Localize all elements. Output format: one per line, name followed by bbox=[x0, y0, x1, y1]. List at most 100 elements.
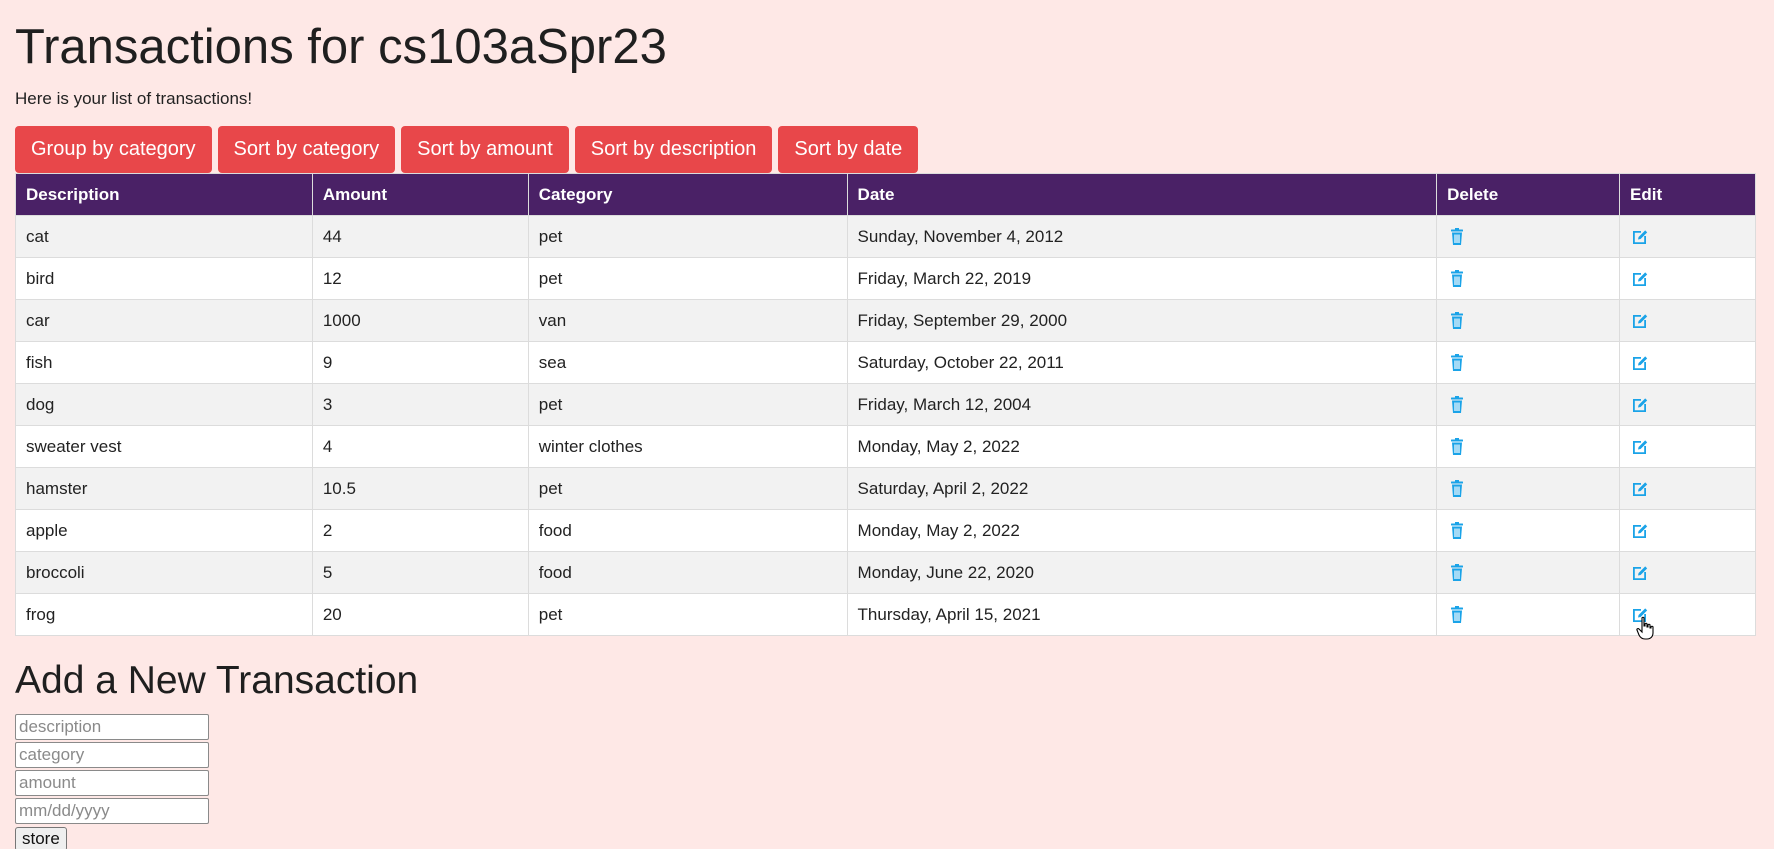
cell-edit bbox=[1619, 215, 1756, 258]
cell-description: apple bbox=[15, 509, 313, 552]
cell-category: sea bbox=[527, 341, 848, 384]
cell-date: Saturday, October 22, 2011 bbox=[846, 341, 1438, 384]
edit-icon[interactable] bbox=[1630, 437, 1650, 457]
edit-icon[interactable] bbox=[1630, 563, 1650, 583]
cell-category: pet bbox=[527, 383, 848, 426]
cell-description: cat bbox=[15, 215, 313, 258]
header-description: Description bbox=[15, 173, 313, 216]
trash-icon[interactable] bbox=[1447, 353, 1467, 373]
cell-edit bbox=[1619, 299, 1756, 342]
cell-amount: 44 bbox=[311, 215, 529, 258]
cell-category: food bbox=[527, 509, 848, 552]
transactions-table: Description Amount Category Date Delete … bbox=[15, 173, 1756, 636]
table-row: frog 20 pet Thursday, April 15, 2021 bbox=[15, 593, 1756, 636]
trash-icon[interactable] bbox=[1447, 437, 1467, 457]
cell-description: frog bbox=[15, 593, 313, 636]
page-title: Transactions for cs103aSpr23 bbox=[15, 20, 667, 74]
cell-category: pet bbox=[527, 215, 848, 258]
sort-by-date-button[interactable]: Sort by date bbox=[778, 126, 919, 173]
cell-date: Saturday, April 2, 2022 bbox=[846, 467, 1438, 510]
table-row: cat 44 pet Sunday, November 4, 2012 bbox=[15, 215, 1756, 258]
cell-amount: 10.5 bbox=[311, 467, 529, 510]
category-input[interactable] bbox=[15, 742, 209, 768]
cell-description: sweater vest bbox=[15, 425, 313, 468]
toolbar: Group by category Sort by category Sort … bbox=[15, 126, 1759, 173]
header-delete: Delete bbox=[1436, 173, 1621, 216]
cell-delete bbox=[1436, 593, 1621, 636]
cell-description: bird bbox=[15, 257, 313, 300]
sort-by-description-button[interactable]: Sort by description bbox=[574, 126, 773, 173]
table-body: cat 44 pet Sunday, November 4, 2012 bird 12 pe… bbox=[15, 215, 1756, 636]
cell-delete bbox=[1436, 341, 1621, 384]
cell-delete bbox=[1436, 425, 1621, 468]
edit-icon[interactable] bbox=[1630, 395, 1650, 415]
cell-edit bbox=[1619, 257, 1756, 300]
cell-description: hamster bbox=[15, 467, 313, 510]
cell-delete bbox=[1436, 509, 1621, 552]
trash-icon[interactable] bbox=[1447, 311, 1467, 331]
cell-delete bbox=[1436, 299, 1621, 342]
cell-edit bbox=[1619, 341, 1756, 384]
cell-category: food bbox=[527, 551, 848, 594]
edit-icon[interactable] bbox=[1630, 311, 1650, 331]
cell-edit bbox=[1619, 509, 1756, 552]
table-row: car 1000 van Friday, September 29, 2000 bbox=[15, 299, 1756, 342]
cell-description: fish bbox=[15, 341, 313, 384]
group-by-category-button[interactable]: Group by category bbox=[15, 126, 212, 173]
table-row: hamster 10.5 pet Saturday, April 2, 2022 bbox=[15, 467, 1756, 510]
table-row: bird 12 pet Friday, March 22, 2019 bbox=[15, 257, 1756, 300]
edit-icon[interactable] bbox=[1630, 353, 1650, 373]
edit-icon[interactable] bbox=[1630, 479, 1650, 499]
cell-edit bbox=[1619, 467, 1756, 510]
edit-icon[interactable] bbox=[1630, 605, 1650, 625]
cell-category: pet bbox=[527, 257, 848, 300]
add-transaction-title: Add a New Transaction bbox=[15, 659, 419, 702]
table-header-row: Description Amount Category Date Delete … bbox=[15, 173, 1756, 216]
header-edit: Edit bbox=[1619, 173, 1756, 216]
cell-amount: 5 bbox=[311, 551, 529, 594]
edit-icon[interactable] bbox=[1630, 227, 1650, 247]
cell-delete bbox=[1436, 215, 1621, 258]
cell-delete bbox=[1436, 551, 1621, 594]
cell-date: Friday, March 12, 2004 bbox=[846, 383, 1438, 426]
cell-amount: 12 bbox=[311, 257, 529, 300]
table-row: broccoli 5 food Monday, June 22, 2020 bbox=[15, 551, 1756, 594]
trash-icon[interactable] bbox=[1447, 563, 1467, 583]
cell-date: Friday, September 29, 2000 bbox=[846, 299, 1438, 342]
cell-edit bbox=[1619, 383, 1756, 426]
trash-icon[interactable] bbox=[1447, 521, 1467, 541]
cell-category: winter clothes bbox=[527, 425, 848, 468]
cell-delete bbox=[1436, 467, 1621, 510]
cell-edit bbox=[1619, 425, 1756, 468]
table-row: sweater vest 4 winter clothes Monday, May 2… bbox=[15, 425, 1756, 468]
description-input[interactable] bbox=[15, 714, 209, 740]
trash-icon[interactable] bbox=[1447, 269, 1467, 289]
sort-by-amount-button[interactable]: Sort by amount bbox=[401, 126, 569, 173]
cell-date: Sunday, November 4, 2012 bbox=[846, 215, 1438, 258]
cell-description: car bbox=[15, 299, 313, 342]
header-date: Date bbox=[846, 173, 1438, 216]
cell-amount: 4 bbox=[311, 425, 529, 468]
cell-date: Monday, May 2, 2022 bbox=[846, 509, 1438, 552]
trash-icon[interactable] bbox=[1447, 395, 1467, 415]
amount-input[interactable] bbox=[15, 770, 209, 796]
sort-by-category-button[interactable]: Sort by category bbox=[217, 126, 396, 173]
table-row: apple 2 food Monday, May 2, 2022 bbox=[15, 509, 1756, 552]
cell-edit bbox=[1619, 551, 1756, 594]
edit-icon[interactable] bbox=[1630, 521, 1650, 541]
trash-icon[interactable] bbox=[1447, 227, 1467, 247]
cell-amount: 3 bbox=[311, 383, 529, 426]
cell-delete bbox=[1436, 383, 1621, 426]
trash-icon[interactable] bbox=[1447, 479, 1467, 499]
cell-amount: 20 bbox=[311, 593, 529, 636]
edit-icon[interactable] bbox=[1630, 269, 1650, 289]
cell-delete bbox=[1436, 257, 1621, 300]
trash-icon[interactable] bbox=[1447, 605, 1467, 625]
page: Transactions for cs103aSpr23 Here is you… bbox=[0, 0, 1774, 849]
store-button[interactable]: store bbox=[15, 827, 67, 849]
date-input[interactable] bbox=[15, 798, 209, 824]
cell-date: Monday, May 2, 2022 bbox=[846, 425, 1438, 468]
cell-date: Thursday, April 15, 2021 bbox=[846, 593, 1438, 636]
page-subtitle: Here is your list of transactions! bbox=[15, 89, 253, 108]
cell-category: pet bbox=[527, 593, 848, 636]
